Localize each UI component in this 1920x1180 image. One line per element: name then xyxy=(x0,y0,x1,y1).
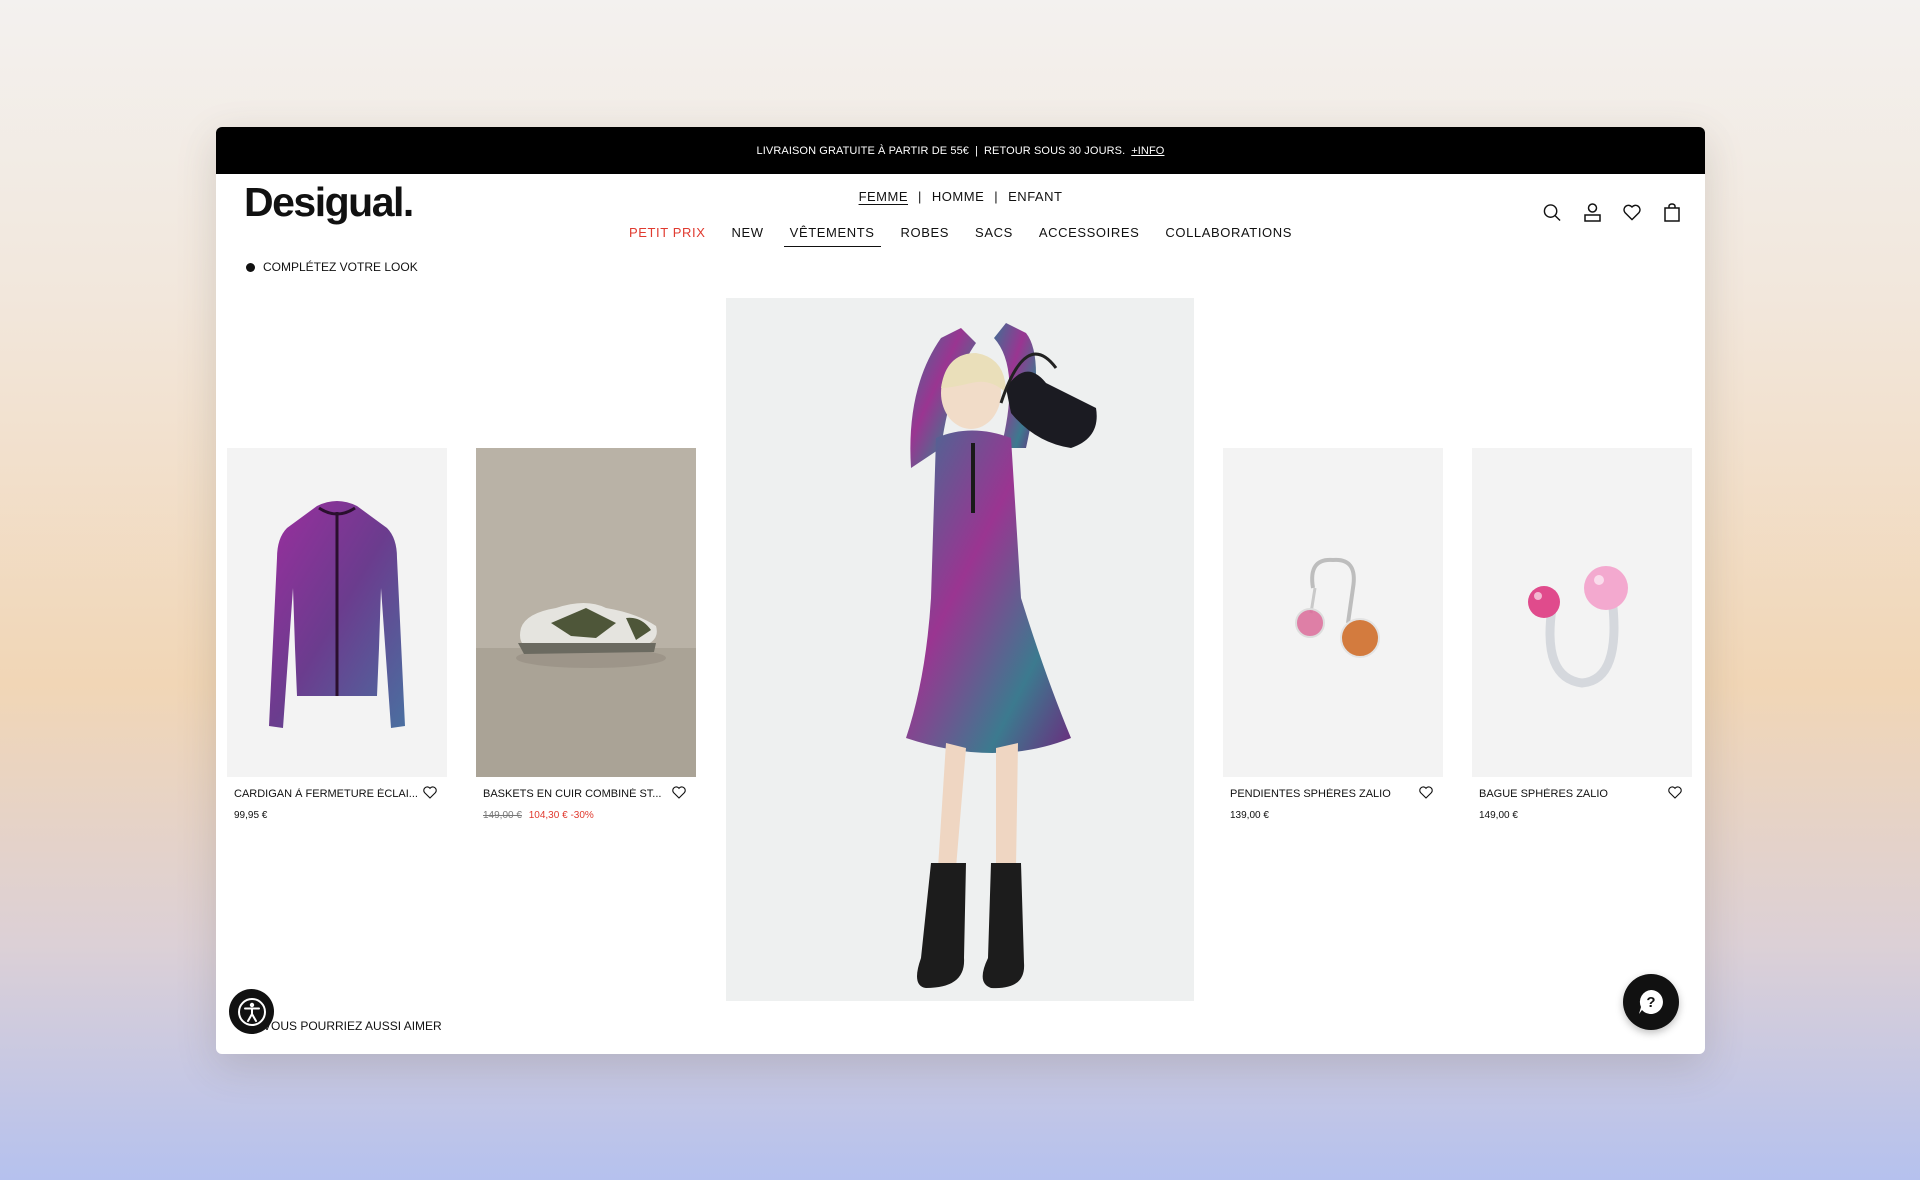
product-name[interactable]: BAGUE SPHÈRES ZALIO xyxy=(1479,788,1664,800)
product-name[interactable]: PENDIENTES SPHÈRES ZALIO xyxy=(1230,788,1415,800)
old-price: 149,00 € xyxy=(483,810,522,821)
product-card[interactable]: BASKETS EN CUIR COMBINÉ ST... 149,00 € 1… xyxy=(476,448,696,821)
wishlist-heart-icon[interactable] xyxy=(1419,786,1433,799)
product-name[interactable]: BASKETS EN CUIR COMBINÉ ST... xyxy=(483,788,668,800)
product-image-earrings[interactable] xyxy=(1223,448,1443,777)
tab-enfant[interactable]: ENFANT xyxy=(1008,189,1062,204)
info-link[interactable]: +INFO xyxy=(1131,145,1164,157)
price-value: 149,00 € xyxy=(1479,810,1518,821)
product-card[interactable]: PENDIENTES SPHÈRES ZALIO 139,00 € xyxy=(1223,448,1443,821)
product-price: 149,00 € xyxy=(1479,810,1518,821)
discount-badge: -30% xyxy=(570,810,594,821)
tab-homme[interactable]: HOMME xyxy=(932,189,984,204)
announcement-bar: LIVRAISON GRATUITE À PARTIR DE 55€ | RET… xyxy=(216,127,1705,174)
product-price: 139,00 € xyxy=(1230,810,1269,821)
nav-vetements[interactable]: VÊTEMENTS xyxy=(783,223,881,247)
product-card[interactable]: CARDIGAN À FERMETURE ÉCLAI... 99,95 € xyxy=(227,448,447,821)
product-price: 149,00 € 104,30 € -30% xyxy=(483,810,594,821)
svg-text:?: ? xyxy=(1646,994,1655,1011)
nav-robes[interactable]: ROBES xyxy=(895,223,956,247)
browser-page: LIVRAISON GRATUITE À PARTIR DE 55€ | RET… xyxy=(216,127,1705,1054)
sale-price: 104,30 € xyxy=(528,810,568,821)
announcement-text-2: RETOUR SOUS 30 JOURS. xyxy=(983,144,1126,157)
product-card[interactable]: BAGUE SPHÈRES ZALIO 149,00 € xyxy=(1472,448,1692,821)
nav-accessoires[interactable]: ACCESSOIRES xyxy=(1033,223,1146,247)
heart-icon[interactable] xyxy=(1623,202,1641,222)
complete-look-label: COMPLÉTEZ VOTRE LOOK xyxy=(263,260,418,274)
gender-nav: FEMME | HOMME | ENFANT xyxy=(216,189,1705,204)
wishlist-heart-icon[interactable] xyxy=(672,786,686,799)
header-icons xyxy=(1543,202,1681,222)
nav-collaborations[interactable]: COLLABORATIONS xyxy=(1159,223,1298,247)
nav-petit-prix[interactable]: PETIT PRIX xyxy=(623,223,712,247)
product-image-cardigan[interactable] xyxy=(227,448,447,777)
category-nav: PETIT PRIX NEW VÊTEMENTS ROBES SACS ACCE… xyxy=(216,223,1705,247)
product-name[interactable]: CARDIGAN À FERMETURE ÉCLAI... xyxy=(234,788,419,800)
nav-new[interactable]: NEW xyxy=(726,223,770,247)
announcement-text: LIVRAISON GRATUITE À PARTIR DE 55€ xyxy=(756,144,970,157)
wishlist-heart-icon[interactable] xyxy=(1668,786,1682,799)
product-image-sneakers[interactable] xyxy=(476,448,696,777)
user-icon[interactable] xyxy=(1583,202,1601,222)
also-like-label: VOUS POURRIEZ AUSSI AIMER xyxy=(263,1019,442,1033)
complete-look-heading: COMPLÉTEZ VOTRE LOOK xyxy=(246,260,418,274)
wishlist-heart-icon[interactable] xyxy=(423,786,437,799)
product-image-ring[interactable] xyxy=(1472,448,1692,777)
product-price: 99,95 € xyxy=(234,810,267,821)
help-chat-icon: ? xyxy=(1639,990,1663,1014)
gender-separator: | xyxy=(994,189,999,204)
bag-icon[interactable] xyxy=(1663,202,1681,222)
announcement-separator: | xyxy=(975,144,978,157)
search-icon[interactable] xyxy=(1543,202,1561,222)
price-value: 99,95 € xyxy=(234,810,268,821)
help-chat-button[interactable]: ? xyxy=(1623,974,1679,1030)
price-value: 139,00 € xyxy=(1230,810,1269,821)
tab-femme[interactable]: FEMME xyxy=(859,189,908,204)
nav-sacs[interactable]: SACS xyxy=(969,223,1019,247)
also-like-heading: VOUS POURRIEZ AUSSI AIMER xyxy=(246,1019,442,1033)
bullet-icon xyxy=(246,262,255,272)
gender-separator: | xyxy=(918,189,922,204)
accessibility-button[interactable] xyxy=(229,989,274,1034)
accessibility-icon xyxy=(237,997,266,1026)
hero-look-image[interactable] xyxy=(726,298,1194,1001)
